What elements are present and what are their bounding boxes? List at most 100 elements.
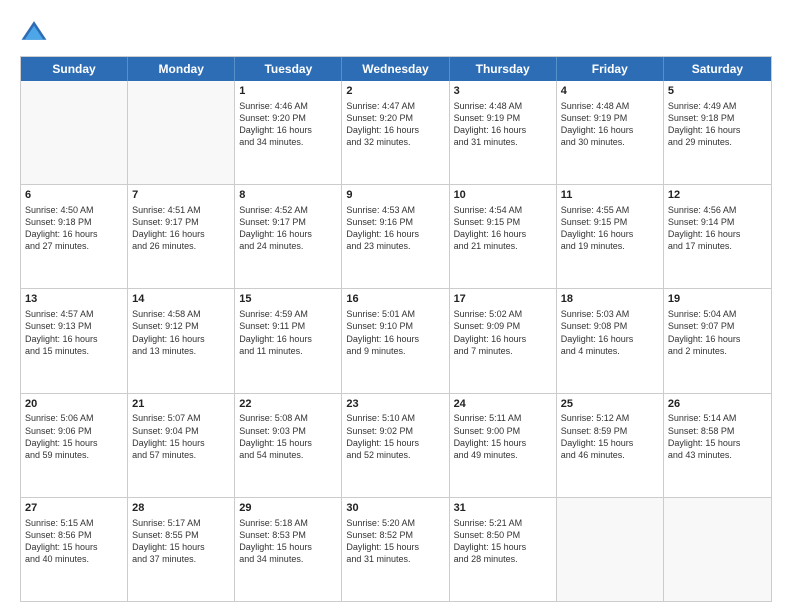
- calendar-cell: 18Sunrise: 5:03 AMSunset: 9:08 PMDayligh…: [557, 289, 664, 392]
- day-number: 1: [239, 84, 337, 99]
- cell-info: Sunrise: 4:48 AMSunset: 9:19 PMDaylight:…: [454, 100, 552, 149]
- header-day-friday: Friday: [557, 57, 664, 81]
- calendar-cell: 30Sunrise: 5:20 AMSunset: 8:52 PMDayligh…: [342, 498, 449, 601]
- calendar-cell: 20Sunrise: 5:06 AMSunset: 9:06 PMDayligh…: [21, 394, 128, 497]
- calendar-cell: 2Sunrise: 4:47 AMSunset: 9:20 PMDaylight…: [342, 81, 449, 184]
- day-number: 19: [668, 292, 767, 307]
- calendar-cell: [664, 498, 771, 601]
- day-number: 29: [239, 501, 337, 516]
- day-number: 24: [454, 397, 552, 412]
- calendar-cell: 6Sunrise: 4:50 AMSunset: 9:18 PMDaylight…: [21, 185, 128, 288]
- calendar: SundayMondayTuesdayWednesdayThursdayFrid…: [20, 56, 772, 602]
- calendar-cell: 26Sunrise: 5:14 AMSunset: 8:58 PMDayligh…: [664, 394, 771, 497]
- header-day-saturday: Saturday: [664, 57, 771, 81]
- cell-info: Sunrise: 5:14 AMSunset: 8:58 PMDaylight:…: [668, 412, 767, 461]
- day-number: 18: [561, 292, 659, 307]
- cell-info: Sunrise: 4:59 AMSunset: 9:11 PMDaylight:…: [239, 308, 337, 357]
- cell-info: Sunrise: 4:46 AMSunset: 9:20 PMDaylight:…: [239, 100, 337, 149]
- calendar-cell: 29Sunrise: 5:18 AMSunset: 8:53 PMDayligh…: [235, 498, 342, 601]
- header-day-monday: Monday: [128, 57, 235, 81]
- cell-info: Sunrise: 5:06 AMSunset: 9:06 PMDaylight:…: [25, 412, 123, 461]
- day-number: 15: [239, 292, 337, 307]
- cell-info: Sunrise: 5:10 AMSunset: 9:02 PMDaylight:…: [346, 412, 444, 461]
- cell-info: Sunrise: 5:02 AMSunset: 9:09 PMDaylight:…: [454, 308, 552, 357]
- day-number: 28: [132, 501, 230, 516]
- cell-info: Sunrise: 5:04 AMSunset: 9:07 PMDaylight:…: [668, 308, 767, 357]
- calendar-cell: 15Sunrise: 4:59 AMSunset: 9:11 PMDayligh…: [235, 289, 342, 392]
- cell-info: Sunrise: 5:21 AMSunset: 8:50 PMDaylight:…: [454, 517, 552, 566]
- cell-info: Sunrise: 5:18 AMSunset: 8:53 PMDaylight:…: [239, 517, 337, 566]
- day-number: 3: [454, 84, 552, 99]
- cell-info: Sunrise: 4:50 AMSunset: 9:18 PMDaylight:…: [25, 204, 123, 253]
- calendar-cell: 13Sunrise: 4:57 AMSunset: 9:13 PMDayligh…: [21, 289, 128, 392]
- calendar-cell: [128, 81, 235, 184]
- calendar-cell: 28Sunrise: 5:17 AMSunset: 8:55 PMDayligh…: [128, 498, 235, 601]
- calendar-cell: 4Sunrise: 4:48 AMSunset: 9:19 PMDaylight…: [557, 81, 664, 184]
- calendar-row-0: 1Sunrise: 4:46 AMSunset: 9:20 PMDaylight…: [21, 81, 771, 184]
- calendar-cell: 7Sunrise: 4:51 AMSunset: 9:17 PMDaylight…: [128, 185, 235, 288]
- day-number: 7: [132, 188, 230, 203]
- header-day-sunday: Sunday: [21, 57, 128, 81]
- page: SundayMondayTuesdayWednesdayThursdayFrid…: [0, 0, 792, 612]
- day-number: 25: [561, 397, 659, 412]
- cell-info: Sunrise: 5:15 AMSunset: 8:56 PMDaylight:…: [25, 517, 123, 566]
- day-number: 16: [346, 292, 444, 307]
- logo-icon: [20, 18, 48, 46]
- calendar-cell: 25Sunrise: 5:12 AMSunset: 8:59 PMDayligh…: [557, 394, 664, 497]
- cell-info: Sunrise: 4:51 AMSunset: 9:17 PMDaylight:…: [132, 204, 230, 253]
- cell-info: Sunrise: 4:55 AMSunset: 9:15 PMDaylight:…: [561, 204, 659, 253]
- day-number: 14: [132, 292, 230, 307]
- calendar-cell: 22Sunrise: 5:08 AMSunset: 9:03 PMDayligh…: [235, 394, 342, 497]
- calendar-cell: 24Sunrise: 5:11 AMSunset: 9:00 PMDayligh…: [450, 394, 557, 497]
- day-number: 9: [346, 188, 444, 203]
- cell-info: Sunrise: 5:03 AMSunset: 9:08 PMDaylight:…: [561, 308, 659, 357]
- day-number: 6: [25, 188, 123, 203]
- header-day-thursday: Thursday: [450, 57, 557, 81]
- cell-info: Sunrise: 4:53 AMSunset: 9:16 PMDaylight:…: [346, 204, 444, 253]
- logo: [20, 18, 52, 46]
- day-number: 13: [25, 292, 123, 307]
- day-number: 26: [668, 397, 767, 412]
- cell-info: Sunrise: 5:12 AMSunset: 8:59 PMDaylight:…: [561, 412, 659, 461]
- cell-info: Sunrise: 4:47 AMSunset: 9:20 PMDaylight:…: [346, 100, 444, 149]
- day-number: 10: [454, 188, 552, 203]
- cell-info: Sunrise: 5:08 AMSunset: 9:03 PMDaylight:…: [239, 412, 337, 461]
- calendar-cell: 14Sunrise: 4:58 AMSunset: 9:12 PMDayligh…: [128, 289, 235, 392]
- cell-info: Sunrise: 4:54 AMSunset: 9:15 PMDaylight:…: [454, 204, 552, 253]
- calendar-cell: 8Sunrise: 4:52 AMSunset: 9:17 PMDaylight…: [235, 185, 342, 288]
- cell-info: Sunrise: 4:52 AMSunset: 9:17 PMDaylight:…: [239, 204, 337, 253]
- day-number: 2: [346, 84, 444, 99]
- calendar-cell: 19Sunrise: 5:04 AMSunset: 9:07 PMDayligh…: [664, 289, 771, 392]
- cell-info: Sunrise: 5:11 AMSunset: 9:00 PMDaylight:…: [454, 412, 552, 461]
- calendar-row-4: 27Sunrise: 5:15 AMSunset: 8:56 PMDayligh…: [21, 497, 771, 601]
- cell-info: Sunrise: 4:56 AMSunset: 9:14 PMDaylight:…: [668, 204, 767, 253]
- calendar-cell: 31Sunrise: 5:21 AMSunset: 8:50 PMDayligh…: [450, 498, 557, 601]
- day-number: 27: [25, 501, 123, 516]
- day-number: 11: [561, 188, 659, 203]
- calendar-row-3: 20Sunrise: 5:06 AMSunset: 9:06 PMDayligh…: [21, 393, 771, 497]
- day-number: 8: [239, 188, 337, 203]
- cell-info: Sunrise: 4:57 AMSunset: 9:13 PMDaylight:…: [25, 308, 123, 357]
- cell-info: Sunrise: 5:17 AMSunset: 8:55 PMDaylight:…: [132, 517, 230, 566]
- calendar-cell: 9Sunrise: 4:53 AMSunset: 9:16 PMDaylight…: [342, 185, 449, 288]
- calendar-cell: 3Sunrise: 4:48 AMSunset: 9:19 PMDaylight…: [450, 81, 557, 184]
- calendar-cell: [557, 498, 664, 601]
- calendar-cell: 16Sunrise: 5:01 AMSunset: 9:10 PMDayligh…: [342, 289, 449, 392]
- cell-info: Sunrise: 5:01 AMSunset: 9:10 PMDaylight:…: [346, 308, 444, 357]
- calendar-cell: 5Sunrise: 4:49 AMSunset: 9:18 PMDaylight…: [664, 81, 771, 184]
- calendar-cell: 23Sunrise: 5:10 AMSunset: 9:02 PMDayligh…: [342, 394, 449, 497]
- calendar-cell: [21, 81, 128, 184]
- day-number: 5: [668, 84, 767, 99]
- day-number: 23: [346, 397, 444, 412]
- calendar-cell: 1Sunrise: 4:46 AMSunset: 9:20 PMDaylight…: [235, 81, 342, 184]
- calendar-cell: 17Sunrise: 5:02 AMSunset: 9:09 PMDayligh…: [450, 289, 557, 392]
- day-number: 31: [454, 501, 552, 516]
- calendar-cell: 11Sunrise: 4:55 AMSunset: 9:15 PMDayligh…: [557, 185, 664, 288]
- day-number: 4: [561, 84, 659, 99]
- cell-info: Sunrise: 5:20 AMSunset: 8:52 PMDaylight:…: [346, 517, 444, 566]
- calendar-header: SundayMondayTuesdayWednesdayThursdayFrid…: [21, 57, 771, 81]
- calendar-row-2: 13Sunrise: 4:57 AMSunset: 9:13 PMDayligh…: [21, 288, 771, 392]
- calendar-body: 1Sunrise: 4:46 AMSunset: 9:20 PMDaylight…: [21, 81, 771, 601]
- cell-info: Sunrise: 4:49 AMSunset: 9:18 PMDaylight:…: [668, 100, 767, 149]
- cell-info: Sunrise: 4:48 AMSunset: 9:19 PMDaylight:…: [561, 100, 659, 149]
